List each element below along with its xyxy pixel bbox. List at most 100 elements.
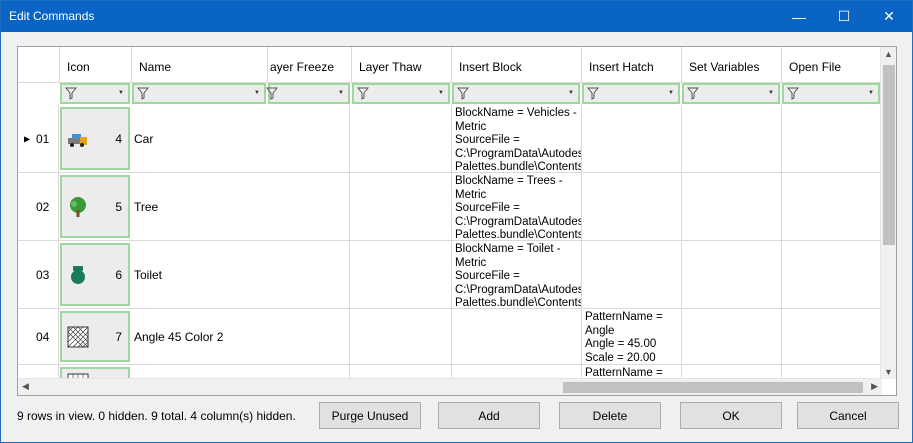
column-header-name[interactable]: Name	[132, 47, 268, 83]
set-variables-cell[interactable]	[682, 105, 782, 172]
row-header[interactable]: 02	[18, 173, 59, 240]
insert-hatch-text: PatternName = Angle Angle = 45.00 Scale …	[585, 311, 663, 364]
column-header-icon[interactable]: Icon	[60, 47, 132, 83]
horizontal-scrollbar[interactable]: ◀ ▶	[18, 378, 882, 395]
layer-thaw-cell[interactable]	[350, 365, 452, 379]
row-number: 04	[36, 329, 50, 344]
layer-thaw-cell[interactable]	[350, 105, 452, 172]
layer-thaw-cell[interactable]	[350, 173, 452, 240]
close-button[interactable]: ✕	[866, 1, 912, 32]
add-button[interactable]: Add	[438, 402, 540, 429]
column-header-layer-freeze[interactable]: ayer Freeze	[268, 47, 352, 83]
layer-freeze-cell[interactable]	[266, 105, 350, 172]
column-header-insert-hatch[interactable]: Insert Hatch	[582, 47, 682, 83]
open-file-cell[interactable]	[782, 241, 882, 308]
table-row[interactable]: ▶ 01 4 Car BlockName = Vehicles - Metric…	[18, 105, 882, 173]
vertical-scroll-thumb[interactable]	[883, 65, 895, 245]
filter-open-file-column[interactable]: ▼	[782, 83, 880, 104]
dropdown-caret-icon: ▼	[768, 90, 774, 96]
filter-name-column[interactable]: ▼	[132, 83, 266, 104]
delete-button[interactable]: Delete	[559, 402, 661, 429]
insert-block-cell[interactable]: BlockName = Toilet - Metric SourceFile =…	[452, 241, 582, 308]
table-row[interactable]: 02 5 Tree BlockName = Trees - Metric Sou…	[18, 173, 882, 241]
filter-layer-freeze-column[interactable]: ▼	[266, 83, 350, 104]
name-cell[interactable]: Car	[134, 132, 153, 146]
title-bar[interactable]: Edit Commands — ☐ ✕	[1, 1, 912, 32]
commands-grid[interactable]: Icon Name ayer Freeze Layer Thaw Insert …	[17, 46, 897, 396]
horizontal-scroll-thumb[interactable]	[563, 382, 863, 393]
filter-set-variables-column[interactable]: ▼	[682, 83, 780, 104]
row-header[interactable]: 03	[18, 241, 59, 308]
scroll-right-arrow-icon[interactable]: ▶	[871, 381, 878, 392]
name-cell[interactable]: Tree	[134, 200, 158, 214]
set-variables-cell[interactable]	[682, 173, 782, 240]
dropdown-caret-icon: ▼	[338, 90, 344, 96]
set-variables-cell[interactable]	[682, 241, 782, 308]
column-header-insert-block[interactable]: Insert Block	[452, 47, 582, 83]
minimize-button[interactable]: —	[776, 1, 822, 32]
dropdown-caret-icon: ▼	[254, 90, 260, 96]
icon-number: 4	[115, 131, 122, 146]
icon-cell[interactable]: 6	[60, 243, 130, 306]
name-cell[interactable]: Toilet	[134, 268, 162, 282]
filter-insert-block-column[interactable]: ▼	[452, 83, 580, 104]
table-row[interactable]: PatternName =	[18, 365, 882, 383]
column-header-open-file[interactable]: Open File	[782, 47, 882, 83]
insert-block-cell[interactable]: BlockName = Vehicles - Metric SourceFile…	[452, 105, 582, 172]
insert-hatch-cell[interactable]: PatternName = Angle Angle = 45.00 Scale …	[582, 309, 682, 364]
insert-hatch-cell[interactable]	[582, 241, 682, 308]
set-variables-cell[interactable]	[682, 365, 782, 379]
row-header-corner[interactable]	[18, 47, 60, 83]
dropdown-caret-icon: ▼	[668, 90, 674, 96]
dropdown-caret-icon: ▼	[438, 90, 444, 96]
layer-freeze-cell[interactable]	[266, 173, 350, 240]
open-file-cell[interactable]	[782, 173, 882, 240]
icon-cell[interactable]: 5	[60, 175, 130, 238]
scroll-left-arrow-icon[interactable]: ◀	[22, 381, 29, 392]
row-header[interactable]: 04	[18, 309, 59, 364]
cancel-button[interactable]: Cancel	[797, 402, 899, 429]
purge-unused-button[interactable]: Purge Unused	[319, 402, 421, 429]
table-row[interactable]: 04 7 Angle 45 Color 2 PatternName = Angl…	[18, 309, 882, 365]
insert-block-cell[interactable]: BlockName = Trees - Metric SourceFile = …	[452, 173, 582, 240]
column-header-set-variables[interactable]: Set Variables	[682, 47, 782, 83]
insert-hatch-cell[interactable]	[582, 173, 682, 240]
column-header-layer-thaw[interactable]: Layer Thaw	[352, 47, 452, 83]
name-cell[interactable]: Angle 45 Color 2	[134, 330, 223, 344]
scroll-up-arrow-icon[interactable]: ▲	[884, 49, 893, 59]
dropdown-caret-icon: ▼	[868, 90, 874, 96]
layer-freeze-cell[interactable]	[266, 365, 350, 379]
funnel-icon	[787, 87, 799, 100]
layer-freeze-cell[interactable]	[266, 241, 350, 308]
filter-icon-column[interactable]: ▼	[60, 83, 130, 104]
icon-cell[interactable]: 4	[60, 107, 130, 170]
table-row[interactable]: 03 6 Toilet BlockName = Toilet - Metric …	[18, 241, 882, 309]
set-variables-cell[interactable]	[682, 309, 782, 364]
ok-button[interactable]: OK	[680, 402, 782, 429]
current-row-arrow-icon: ▶	[24, 134, 31, 143]
filter-insert-hatch-column[interactable]: ▼	[582, 83, 680, 104]
icon-number: 5	[115, 199, 122, 214]
insert-block-cell[interactable]	[452, 309, 582, 364]
row-header[interactable]: ▶ 01	[18, 105, 59, 172]
maximize-button[interactable]: ☐	[821, 1, 867, 32]
layer-thaw-cell[interactable]	[350, 309, 452, 364]
insert-hatch-cell[interactable]	[582, 105, 682, 172]
open-file-cell[interactable]	[782, 105, 882, 172]
car-icon	[68, 133, 87, 147]
insert-block-text: BlockName = Vehicles - Metric SourceFile…	[455, 107, 582, 172]
layer-freeze-cell[interactable]	[266, 309, 350, 364]
layer-thaw-cell[interactable]	[350, 241, 452, 308]
funnel-icon	[357, 87, 369, 100]
funnel-icon	[137, 87, 149, 100]
insert-hatch-cell[interactable]: PatternName =	[582, 365, 682, 379]
scroll-down-arrow-icon[interactable]: ▼	[884, 367, 893, 377]
icon-cell[interactable]: 7	[60, 311, 130, 362]
vertical-scrollbar[interactable]: ▲ ▼	[880, 47, 896, 379]
open-file-cell[interactable]	[782, 309, 882, 364]
filter-layer-thaw-column[interactable]: ▼	[352, 83, 450, 104]
open-file-cell[interactable]	[782, 365, 882, 379]
row-number: 02	[36, 199, 50, 214]
row-header[interactable]	[18, 365, 59, 379]
insert-block-cell[interactable]	[452, 365, 582, 379]
